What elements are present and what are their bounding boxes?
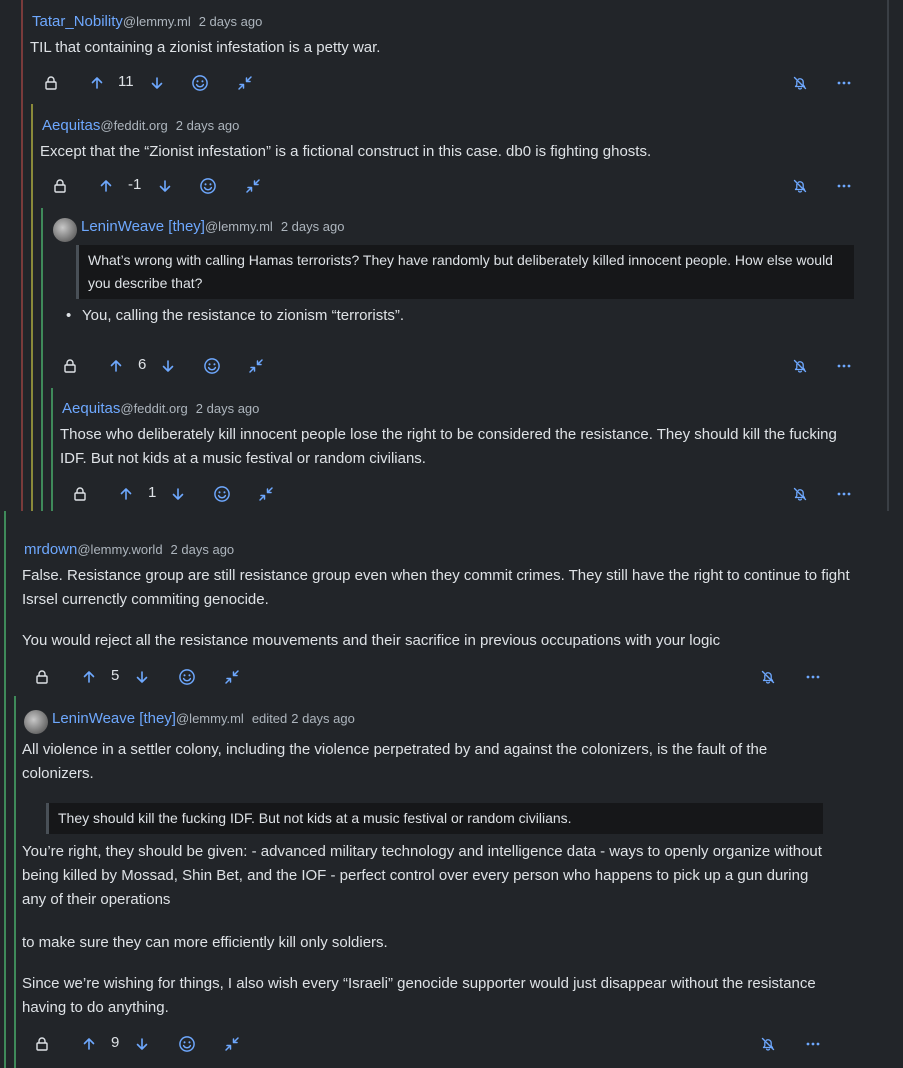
timestamp[interactable]: 2 days ago bbox=[176, 118, 240, 133]
comment-body: TIL that containing a zionist infestatio… bbox=[30, 39, 381, 56]
smiley-icon[interactable] bbox=[213, 482, 231, 506]
comment-header: Aequitas @feddit.org 2 days ago bbox=[42, 117, 239, 134]
more-icon[interactable] bbox=[835, 174, 853, 198]
timestamp[interactable]: 2 days ago bbox=[281, 219, 345, 234]
arrow-down-icon[interactable] bbox=[148, 71, 166, 95]
blockquote: What’s wrong with calling Hamas terroris… bbox=[76, 245, 854, 299]
comment-body: You’re right, they should be given: - ad… bbox=[22, 843, 822, 908]
arrow-down-icon[interactable] bbox=[133, 665, 151, 689]
arrow-down-icon[interactable] bbox=[169, 482, 187, 506]
vote-score: 11 bbox=[118, 73, 134, 90]
collapse-icon[interactable] bbox=[223, 665, 241, 689]
username-link[interactable]: LeninWeave [they] bbox=[81, 218, 205, 235]
username-link[interactable]: LeninWeave [they] bbox=[52, 710, 176, 727]
comment-body: All violence in a settler colony, includ… bbox=[22, 741, 768, 782]
username-link[interactable]: Aequitas bbox=[42, 117, 100, 134]
comment-header: Tatar_Nobility @lemmy.ml 2 days ago bbox=[32, 13, 262, 30]
arrow-up-icon[interactable] bbox=[80, 665, 98, 689]
background-gap bbox=[858, 511, 903, 1068]
blockquote: They should kill the fucking IDF. But no… bbox=[46, 803, 823, 834]
comment-actions: -1 bbox=[0, 174, 903, 198]
comment-body: Except that the “Zionist infestation” is… bbox=[40, 143, 652, 160]
comment-thread-bottom: mrdown @lemmy.world 2 days ago False. Re… bbox=[0, 511, 858, 1068]
smiley-icon[interactable] bbox=[178, 1032, 196, 1056]
edited-label: edited bbox=[251, 711, 288, 726]
comment-body: Since we’re wishing for things, I also w… bbox=[22, 975, 816, 1016]
arrow-down-icon[interactable] bbox=[133, 1032, 151, 1056]
vote-score: 5 bbox=[111, 667, 120, 684]
comment-header: mrdown @lemmy.world 2 days ago bbox=[24, 541, 234, 558]
username-link[interactable]: mrdown bbox=[24, 541, 77, 558]
smiley-icon[interactable] bbox=[203, 354, 221, 378]
lock-icon[interactable] bbox=[71, 482, 89, 506]
collapse-icon[interactable] bbox=[244, 174, 262, 198]
thread-line[interactable] bbox=[4, 511, 6, 1068]
comment-body: You would reject all the resistance mouv… bbox=[22, 632, 721, 649]
username-link[interactable]: Tatar_Nobility bbox=[32, 13, 123, 30]
bell-off-icon[interactable] bbox=[791, 71, 809, 95]
comment-actions: 5 bbox=[0, 665, 858, 689]
list-item: You, calling the resistance to zionism “… bbox=[66, 305, 842, 327]
comment-body: to make sure they can more efficiently k… bbox=[22, 934, 388, 951]
instance-label: @lemmy.ml bbox=[122, 14, 191, 29]
arrow-down-icon[interactable] bbox=[159, 354, 177, 378]
vote-score: -1 bbox=[128, 176, 142, 193]
smiley-icon[interactable] bbox=[178, 665, 196, 689]
more-icon[interactable] bbox=[835, 71, 853, 95]
avatar[interactable] bbox=[53, 218, 77, 242]
comment-actions: 1 bbox=[0, 482, 903, 506]
bell-off-icon[interactable] bbox=[759, 1032, 777, 1056]
collapse-icon[interactable] bbox=[223, 1032, 241, 1056]
arrow-up-icon[interactable] bbox=[117, 482, 135, 506]
lock-icon[interactable] bbox=[33, 665, 51, 689]
more-icon[interactable] bbox=[835, 354, 853, 378]
bell-off-icon[interactable] bbox=[791, 354, 809, 378]
smiley-icon[interactable] bbox=[191, 71, 209, 95]
more-icon[interactable] bbox=[804, 1032, 822, 1056]
comment-actions: 11 bbox=[0, 71, 903, 95]
instance-label: @lemmy.ml bbox=[204, 219, 273, 234]
bell-off-icon[interactable] bbox=[791, 482, 809, 506]
avatar[interactable] bbox=[24, 710, 48, 734]
more-icon[interactable] bbox=[835, 482, 853, 506]
collapse-icon[interactable] bbox=[247, 354, 265, 378]
comment-header: LeninWeave [they] @lemmy.ml 2 days ago bbox=[53, 218, 344, 242]
comment-thread-top: Tatar_Nobility @lemmy.ml 2 days ago TIL … bbox=[0, 0, 903, 511]
comment-actions: 6 bbox=[0, 354, 903, 378]
comment-header: LeninWeave [they] @lemmy.ml edited 2 day… bbox=[24, 710, 355, 734]
lock-icon[interactable] bbox=[61, 354, 79, 378]
more-icon[interactable] bbox=[804, 665, 822, 689]
lock-icon[interactable] bbox=[42, 71, 60, 95]
lock-icon[interactable] bbox=[33, 1032, 51, 1056]
username-link[interactable]: Aequitas bbox=[62, 400, 120, 417]
arrow-down-icon[interactable] bbox=[156, 174, 174, 198]
timestamp[interactable]: 2 days ago bbox=[171, 542, 235, 557]
comment-body: False. Resistance group are still resist… bbox=[22, 567, 850, 608]
arrow-up-icon[interactable] bbox=[80, 1032, 98, 1056]
timestamp[interactable]: 2 days ago bbox=[196, 401, 260, 416]
vote-score: 1 bbox=[148, 484, 157, 501]
comment-actions: 9 bbox=[0, 1032, 858, 1056]
arrow-up-icon[interactable] bbox=[107, 354, 125, 378]
bell-off-icon[interactable] bbox=[791, 174, 809, 198]
vote-score: 9 bbox=[111, 1034, 120, 1051]
comment-body: Those who deliberately kill innocent peo… bbox=[60, 426, 837, 467]
thread-line[interactable] bbox=[14, 696, 16, 1068]
instance-label: @feddit.org bbox=[100, 118, 168, 133]
thread-line[interactable] bbox=[31, 104, 33, 511]
comment-header: Aequitas @feddit.org 2 days ago bbox=[62, 400, 259, 417]
arrow-up-icon[interactable] bbox=[97, 174, 115, 198]
collapse-icon[interactable] bbox=[236, 71, 254, 95]
arrow-up-icon[interactable] bbox=[88, 71, 106, 95]
bell-off-icon[interactable] bbox=[759, 665, 777, 689]
timestamp[interactable]: 2 days ago bbox=[291, 711, 355, 726]
instance-label: @lemmy.ml bbox=[175, 711, 244, 726]
vote-score: 6 bbox=[138, 356, 147, 373]
timestamp[interactable]: 2 days ago bbox=[199, 14, 263, 29]
smiley-icon[interactable] bbox=[199, 174, 217, 198]
collapse-icon[interactable] bbox=[257, 482, 275, 506]
instance-label: @lemmy.world bbox=[77, 542, 163, 557]
instance-label: @feddit.org bbox=[120, 401, 188, 416]
lock-icon[interactable] bbox=[51, 174, 69, 198]
